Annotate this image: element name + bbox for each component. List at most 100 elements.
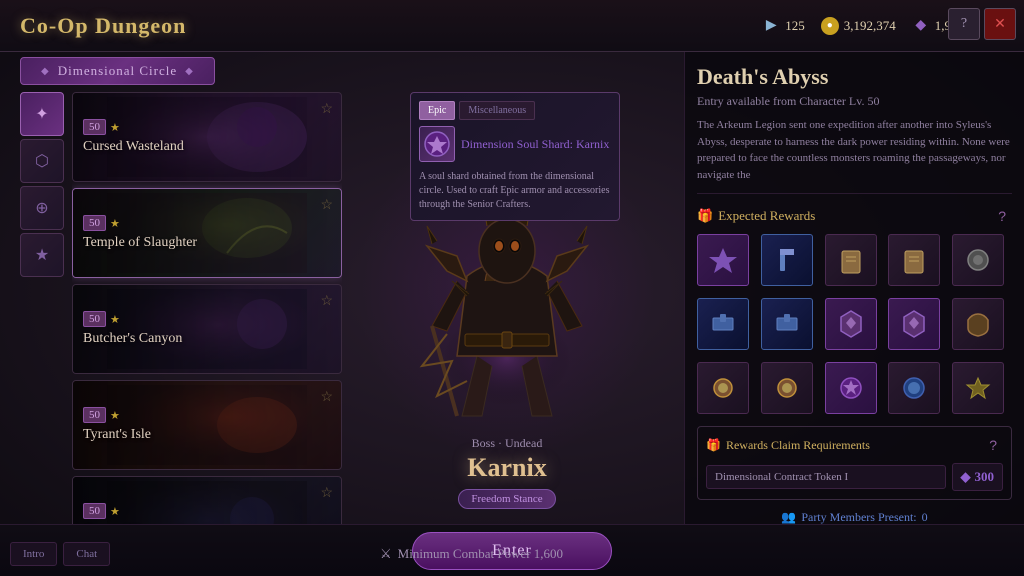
top-buttons: ? ✕: [948, 8, 1016, 40]
claim-help-button[interactable]: ?: [983, 435, 1003, 455]
tooltip-tab-misc[interactable]: Miscellaneous: [459, 101, 535, 120]
list-item[interactable]: 50 ★ Temple of Slaughter ☆: [72, 188, 342, 278]
rewards-label: Expected Rewards: [718, 208, 815, 224]
dim-circle-header: Dimensional Circle: [20, 52, 1024, 90]
tab-favorites[interactable]: ★: [20, 233, 64, 277]
claim-crystal-icon: ◆: [961, 469, 971, 485]
arrow-value: 125: [785, 18, 805, 34]
resources-bar: ▶ 125 ● 3,192,374 ◆ 1,920: [762, 17, 964, 35]
coin-value: 3,192,374: [844, 18, 896, 34]
right-panel: Death's Abyss Entry available from Chara…: [684, 52, 1024, 524]
dungeon-list: 50 ★ Cursed Wasteland ☆: [72, 92, 342, 524]
tooltip-item-name: Dimension Soul Shard: Karnix: [461, 137, 609, 152]
dungeon-name: Temple of Slaughter: [83, 235, 197, 251]
party-members-info: 👥 Party Members Present: 0: [697, 510, 1012, 524]
favorite-icon[interactable]: ☆: [320, 485, 333, 502]
chat-button[interactable]: Chat: [63, 542, 110, 566]
item-tooltip: Epic Miscellaneous Dimension Soul Shard:…: [410, 92, 620, 221]
dungeon-level: 50 ★: [83, 503, 196, 519]
list-item[interactable]: 50 ★ Butcher's Canyon ☆: [72, 284, 342, 374]
dungeon-description: The Arkeum Legion sent one expedition af…: [697, 117, 1012, 194]
reward-item[interactable]: [952, 362, 1004, 414]
reward-item[interactable]: [825, 234, 877, 286]
reward-item[interactable]: [697, 298, 749, 350]
dungeon-name: Tyrant's Isle: [83, 427, 151, 443]
boss-area: Epic Miscellaneous Dimension Soul Shard:…: [350, 52, 664, 524]
claim-token-label: Dimensional Contract Token I: [706, 465, 946, 489]
list-item[interactable]: 50 ★ Tyrant's Isle ☆: [72, 380, 342, 470]
combat-power: ⚔ Minimum Combat Power 1,600: [380, 546, 563, 562]
reward-item[interactable]: [825, 298, 877, 350]
tab-dungeon[interactable]: ⊕: [20, 186, 64, 230]
dungeon-info: 50 ★ Cursed Wasteland: [83, 119, 184, 155]
reward-item[interactable]: [761, 234, 813, 286]
reward-item[interactable]: [697, 234, 749, 286]
level-badge: 50: [83, 119, 106, 135]
star-rating: ★: [110, 409, 120, 422]
arrow-resource: ▶ 125: [762, 17, 805, 35]
reward-item[interactable]: [888, 362, 940, 414]
dungeon-info: 50 ★ Tyrant's Isle: [83, 407, 151, 443]
rewards-help-button[interactable]: ?: [992, 206, 1012, 226]
reward-item[interactable]: [952, 298, 1004, 350]
star-rating: ★: [110, 217, 120, 230]
favorite-icon[interactable]: ☆: [320, 101, 333, 118]
claim-row: Dimensional Contract Token I ◆ 300: [706, 463, 1003, 491]
tooltip-description: A soul shard obtained from the dimension…: [419, 170, 611, 212]
dungeon-level: 50 ★: [83, 311, 182, 327]
tab-gate[interactable]: ⬡: [20, 139, 64, 183]
claim-requirements: 🎁 Rewards Claim Requirements ? Dimension…: [697, 426, 1012, 500]
reward-item[interactable]: [888, 234, 940, 286]
reward-item[interactable]: [761, 298, 813, 350]
dungeon-name: Cursed Wasteland: [83, 139, 184, 155]
combat-power-label: Minimum Combat Power 1,600: [398, 546, 563, 562]
dungeon-name: Butcher's Canyon: [83, 331, 182, 347]
dungeon-info: 50 ★ Temple of Slaughter: [83, 215, 197, 251]
claim-icon: 🎁: [706, 438, 721, 453]
dungeon-level: 50 ★: [83, 119, 184, 135]
bottom-left-buttons: Intro Chat: [10, 542, 110, 566]
tooltip-header: Dimension Soul Shard: Karnix: [419, 126, 611, 162]
favorite-icon[interactable]: ☆: [320, 389, 333, 406]
tooltip-tab-epic[interactable]: Epic: [419, 101, 455, 120]
crystal-icon: ◆: [912, 17, 930, 35]
rewards-icon: 🎁: [697, 208, 713, 224]
rewards-section-3: [697, 362, 1012, 414]
help-button[interactable]: ?: [948, 8, 980, 40]
party-members-label: Party Members Present:: [801, 510, 916, 524]
reward-item[interactable]: [952, 234, 1004, 286]
coin-resource: ● 3,192,374: [821, 17, 896, 35]
reward-item[interactable]: [825, 362, 877, 414]
boss-stance: Freedom Stance: [458, 489, 555, 509]
tab-dimensional-circle[interactable]: ✦: [20, 92, 64, 136]
left-tabs: ✦ ⬡ ⊕ ★: [20, 92, 68, 277]
combat-power-icon: ⚔: [380, 546, 392, 562]
boss-name: Karnix: [467, 453, 546, 483]
list-item[interactable]: 50 ★ Cave of Destruction ☆: [72, 476, 342, 524]
dim-circle-label[interactable]: Dimensional Circle: [20, 57, 215, 85]
bottom-bar: Intro Chat ⚔ Minimum Combat Power 1,600 …: [0, 524, 1024, 576]
rewards-grid: [697, 234, 1012, 286]
rewards-title: 🎁 Expected Rewards: [697, 208, 815, 224]
reward-item[interactable]: [697, 362, 749, 414]
list-item[interactable]: 50 ★ Cursed Wasteland ☆: [72, 92, 342, 182]
claim-amount-value: 300: [975, 469, 995, 485]
level-badge: 50: [83, 407, 106, 423]
party-members-count: 0: [922, 510, 928, 524]
favorite-icon[interactable]: ☆: [320, 197, 333, 214]
star-rating: ★: [110, 313, 120, 326]
claim-amount: ◆ 300: [952, 463, 1004, 491]
tooltip-tabs: Epic Miscellaneous: [419, 101, 611, 120]
close-button[interactable]: ✕: [984, 8, 1016, 40]
boss-label: Boss · Undead: [472, 436, 543, 451]
main-area: Epic Miscellaneous Dimension Soul Shard:…: [350, 52, 1024, 524]
coin-icon: ●: [821, 17, 839, 35]
intro-button[interactable]: Intro: [10, 542, 57, 566]
dungeon-info: 50 ★ Cave of Destruction: [83, 503, 196, 524]
dungeon-level: 50 ★: [83, 215, 197, 231]
reward-item[interactable]: [888, 298, 940, 350]
rewards-header: 🎁 Expected Rewards ?: [697, 206, 1012, 226]
party-section: 👥 Party Members Present: 0 Party Matchma…: [697, 510, 1012, 524]
reward-item[interactable]: [761, 362, 813, 414]
favorite-icon[interactable]: ☆: [320, 293, 333, 310]
